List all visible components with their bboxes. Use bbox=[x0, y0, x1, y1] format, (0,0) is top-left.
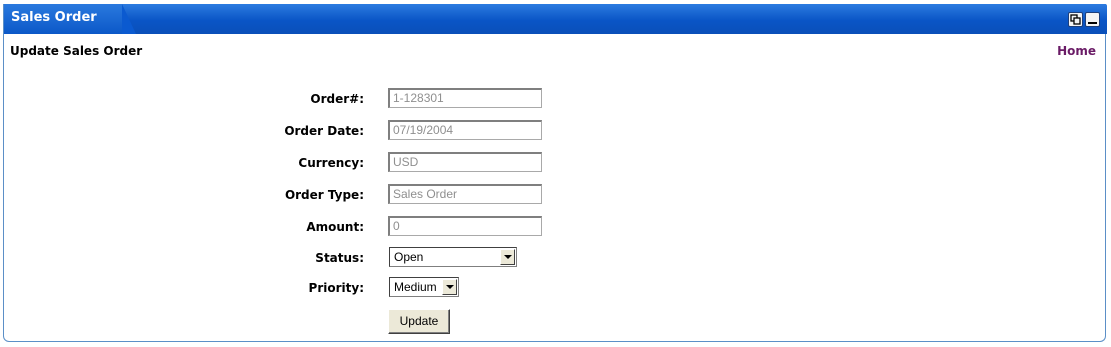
status-select[interactable]: Open bbox=[389, 247, 517, 267]
order-date-field[interactable]: 07/19/2004 bbox=[388, 120, 542, 140]
amount-field[interactable]: 0 bbox=[388, 216, 542, 236]
sales-order-portlet: Sales Order Update Sales Order Home Orde… bbox=[3, 4, 1107, 342]
portlet-titlebar: Sales Order bbox=[4, 4, 1107, 34]
order-type-field[interactable]: Sales Order bbox=[388, 184, 542, 204]
currency-label: Currency: bbox=[298, 156, 364, 170]
priority-label: Priority: bbox=[308, 281, 364, 295]
order-date-label: Order Date: bbox=[284, 124, 364, 138]
order-number-label: Order#: bbox=[310, 92, 364, 106]
page-subtitle: Update Sales Order bbox=[10, 44, 143, 58]
order-number-field[interactable]: 1-128301 bbox=[388, 88, 542, 108]
amount-label: Amount: bbox=[306, 220, 364, 234]
status-selected-value: Open bbox=[394, 250, 424, 264]
restore-window-icon[interactable] bbox=[1068, 12, 1083, 27]
update-button[interactable]: Update bbox=[388, 309, 450, 334]
currency-field[interactable]: USD bbox=[388, 152, 542, 172]
chevron-down-icon[interactable] bbox=[500, 249, 515, 265]
home-link[interactable]: Home bbox=[1057, 44, 1096, 58]
portlet-title: Sales Order bbox=[11, 10, 97, 25]
chevron-down-icon[interactable] bbox=[442, 279, 457, 295]
portlet-tab: Sales Order bbox=[4, 4, 136, 34]
priority-select[interactable]: Medium bbox=[389, 277, 459, 297]
order-type-label: Order Type: bbox=[284, 188, 364, 202]
priority-selected-value: Medium bbox=[394, 280, 437, 294]
status-label: Status: bbox=[315, 251, 364, 265]
minimize-window-icon[interactable] bbox=[1085, 12, 1100, 27]
